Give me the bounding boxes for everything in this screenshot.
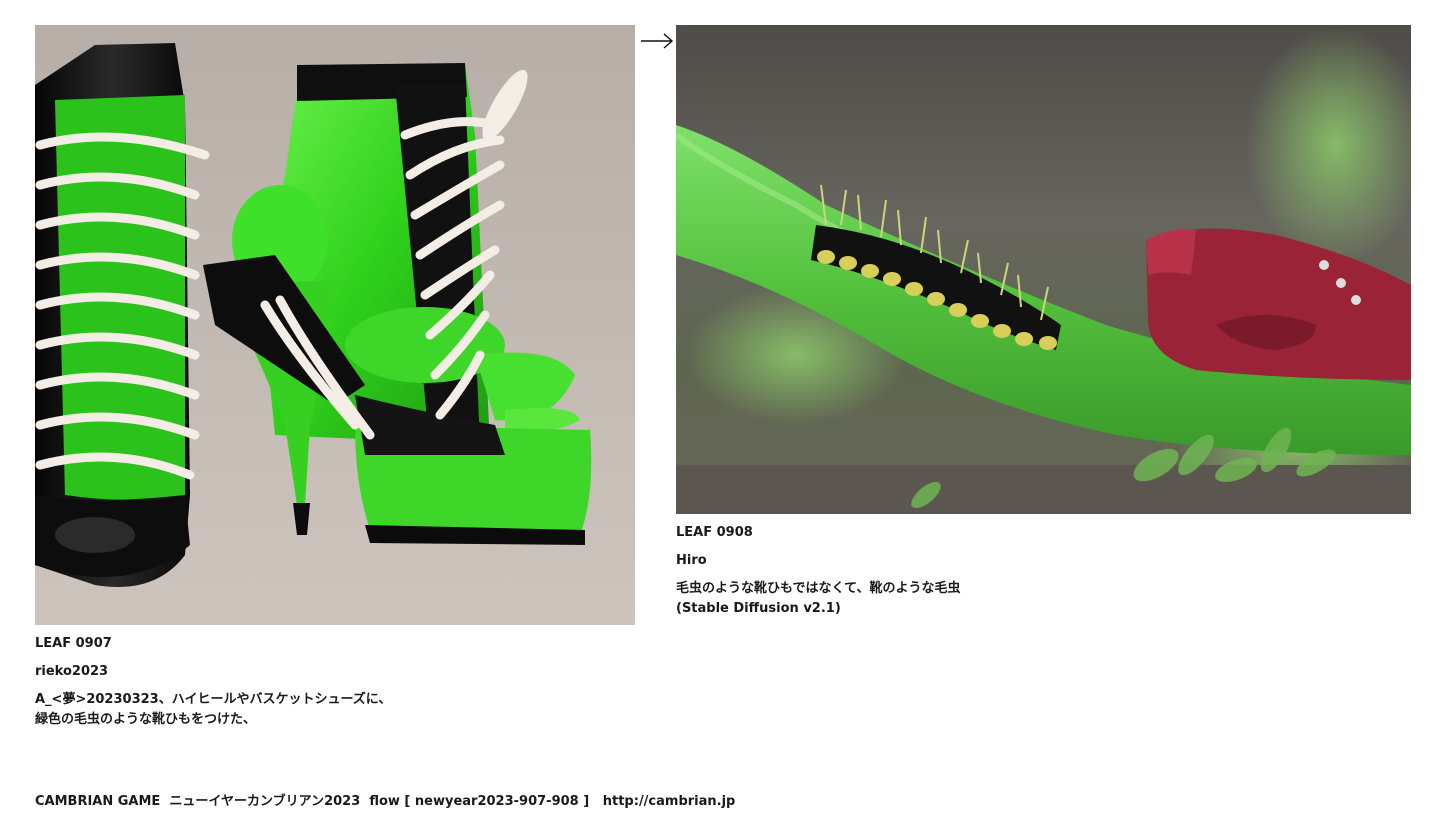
site-name-link[interactable]: CAMBRIAN GAME	[35, 794, 160, 809]
event-name: ニューイヤーカンブリアン2023	[169, 794, 361, 809]
leaf-0907-image[interactable]	[35, 25, 635, 625]
leaf-description-line2: 緑色の毛虫のような靴ひもをつけた、	[35, 712, 257, 727]
leaf-description-line2: (Stable Diffusion v2.1)	[676, 601, 841, 616]
green-boots-picture	[35, 25, 635, 625]
site-url-link[interactable]: http://cambrian.jp	[603, 794, 736, 809]
caterpillar-shoe-picture	[676, 25, 1411, 514]
leaf-title[interactable]: LEAF 0908	[676, 523, 960, 543]
leaf-description-line1: 毛虫のような靴ひもではなくて、靴のような毛虫	[676, 581, 961, 596]
leaf-author: Hiro	[676, 553, 707, 568]
leaf-title[interactable]: LEAF 0907	[35, 634, 391, 654]
flow-label: flow [ newyear2023-907-908 ]	[369, 794, 590, 809]
leaf-0908-image[interactable]	[676, 25, 1411, 514]
leaf-author: rieko2023	[35, 664, 109, 679]
footer: CAMBRIAN GAME ニューイヤーカンブリアン2023 flow [ ne…	[35, 792, 735, 812]
leaf-0908-caption: LEAF 0908 Hiro 毛虫のような靴ひもではなくて、靴のような毛虫 (S…	[676, 523, 960, 619]
right-arrow-icon	[641, 33, 674, 49]
leaf-description-line1: A_<夢>20230323、ハイヒールやバスケットシューズに、	[35, 692, 392, 707]
leaf-0907-caption: LEAF 0907 rieko2023 A_<夢>20230323、ハイヒールや…	[35, 634, 391, 730]
